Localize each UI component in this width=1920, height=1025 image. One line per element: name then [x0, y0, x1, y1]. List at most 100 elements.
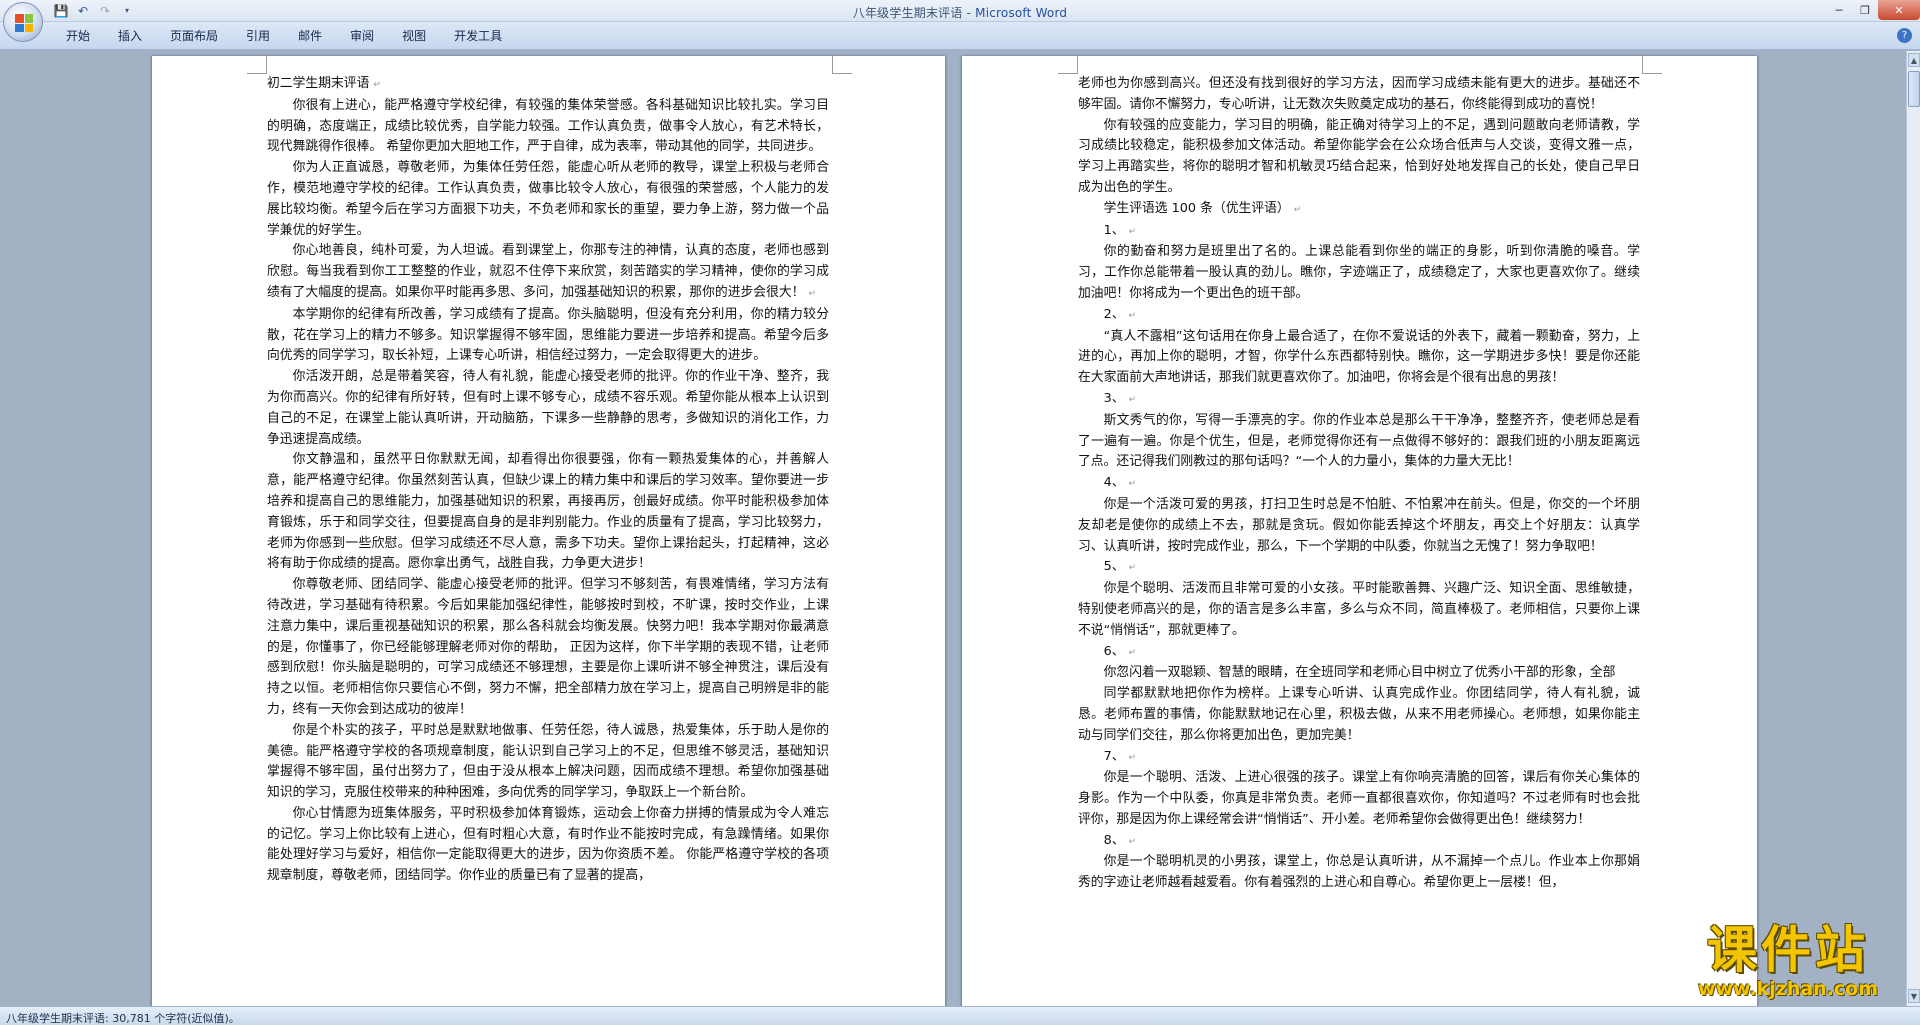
minimize-icon[interactable]: ─ [1826, 0, 1852, 20]
vertical-scrollbar[interactable]: ▲ ▼ [1906, 51, 1920, 1006]
paragraph[interactable]: 6、 ↵ [1078, 642, 1640, 664]
paragraph-text: 你为人正直诚恳，尊敬老师，为集体任劳任怨，能虚心听从老师的教导，课堂上积极与老师… [267, 160, 829, 238]
close-icon[interactable]: ✕ [1878, 0, 1920, 20]
paragraph-mark-icon: ↵ [1128, 752, 1137, 763]
tab-page-layout[interactable]: 页面布局 [156, 28, 232, 44]
paragraph-text: 8、 [1103, 832, 1125, 848]
paragraph-mark-icon: ↵ [373, 80, 381, 90]
paragraph-text: 你是一个聪明机灵的小男孩，课堂上，你总是认真听讲，从不漏掉一个点儿。作业本上你那… [1078, 854, 1640, 891]
window-title: 八年级学生期末评语 - Microsoft Word [0, 4, 1920, 21]
paragraph-mark-icon: ↵ [1128, 836, 1137, 847]
page-text[interactable]: 老师也为你感到高兴。但还没有找到很好的学习方法，因而学习成绩未能有更大的进步。基… [1078, 74, 1640, 894]
scroll-down-icon[interactable]: ▼ [1908, 989, 1920, 1003]
paragraph[interactable]: 你心地善良，纯朴可爱，为人坦诚。看到课堂上，你那专注的神情，认真的态度，老师也感… [267, 241, 829, 304]
paragraph-mark-icon: ↵ [1128, 479, 1137, 490]
paragraph[interactable]: 你是个聪明、活泼而且非常可爱的小女孩。平时能歌善舞、兴趣广泛、知识全面、思维敏捷… [1078, 579, 1640, 641]
paragraph[interactable]: 你是一个聪明、活泼、上进心很强的孩子。课堂上有你响亮清脆的回答，课后有你关心集体… [1078, 768, 1640, 830]
document-page-left[interactable]: 初二学生期末评语 ↵ 你很有上进心，能严格遵守学校纪律，有较强的集体荣誉感。各科基础… [152, 54, 945, 1006]
paragraph-mark-icon: ↵ [1128, 563, 1137, 574]
paragraph-text: 你的勤奋和努力是班里出了名的。上课总能看到你坐的端正的身影，听到你清脆的嗓音。学… [1078, 244, 1640, 301]
office-logo-icon [15, 14, 33, 32]
watermark-logo: 课件站 www.kjzhan.com [1672, 922, 1904, 1004]
paragraph[interactable]: 8、 ↵ [1078, 831, 1640, 853]
help-icon[interactable]: ? [1897, 28, 1912, 43]
paragraph[interactable]: 你是一个聪明机灵的小男孩，课堂上，你总是认真听讲，从不漏掉一个点儿。作业本上你那… [1078, 852, 1640, 894]
paragraph-text: 你有较强的应变能力，学习目的明确，能正确对待学习上的不足，遇到问题敢向老师请教，… [1078, 117, 1640, 195]
paragraph-text: 本学期你的纪律有所改善，学习成绩有了提高。你头脑聪明，但没有充分利用，你的精力较… [267, 306, 829, 364]
paragraph-mark-icon: ↵ [1128, 310, 1137, 321]
scroll-thumb[interactable] [1908, 71, 1920, 107]
document-page-right[interactable]: 老师也为你感到高兴。但还没有找到很好的学习方法，因而学习成绩未能有更大的进步。基… [962, 54, 1757, 1006]
scroll-up-icon[interactable]: ▲ [1908, 53, 1920, 67]
paragraph-mark-icon: ↵ [1128, 394, 1137, 405]
paragraph[interactable]: 同学都默默地把你作为榜样。上课专心听讲、认真完成作业。你团结同学，待人有礼貌，诚… [1078, 684, 1640, 746]
tab-references[interactable]: 引用 [232, 28, 284, 44]
paragraph[interactable]: 你尊敬老师、团结同学、能虚心接受老师的批评。但学习不够刻苦，有畏难情绪，学习方法… [267, 575, 829, 721]
paragraph-text: 3、 [1103, 390, 1125, 406]
tab-insert[interactable]: 插入 [104, 28, 156, 44]
crop-mark [1642, 54, 1662, 74]
paragraph[interactable]: 你文静温和，虽然平日你默默无闻，却看得出你很要强，你有一颗热爱集体的心，并善解人… [267, 450, 829, 575]
page-text[interactable]: 初二学生期末评语 ↵ 你很有上进心，能严格遵守学校纪律，有较强的集体荣誉感。各科基础… [267, 74, 829, 887]
paragraph-text: 你心地善良，纯朴可爱，为人坦诚。看到课堂上，你那专注的神情，认真的态度，老师也感… [267, 243, 829, 300]
paragraph[interactable]: 2、 ↵ [1078, 305, 1640, 327]
paragraph[interactable]: 你的勤奋和努力是班里出了名的。上课总能看到你坐的端正的身影，听到你清脆的嗓音。学… [1078, 242, 1640, 304]
title-bar: 💾 ↶ ↷ ▾ 八年级学生期末评语 - Microsoft Word ─ ❐ ✕ [0, 0, 1920, 22]
paragraph[interactable]: 你为人正直诚恳，尊敬老师，为集体任劳任怨，能虚心听从老师的教导，课堂上积极与老师… [267, 158, 829, 241]
paragraph-text: “真人不露相”这句话用在你身上最合适了，在你不爱说话的外表下，藏着一颗勤奋，努力… [1078, 328, 1640, 386]
paragraph[interactable]: 4、 ↵ [1078, 473, 1640, 495]
document-workspace: 初二学生期末评语 ↵ 你很有上进心，能严格遵守学校纪律，有较强的集体荣誉感。各科基础… [0, 51, 1906, 1006]
paragraph[interactable]: 你是个朴实的孩子，平时总是默默地做事、任劳任怨，待人诚恳，热爱集体，乐于助人是你… [267, 721, 829, 804]
tab-home[interactable]: 开始 [52, 28, 104, 44]
paragraph[interactable]: 本学期你的纪律有所改善，学习成绩有了提高。你头脑聪明，但没有充分利用，你的精力较… [267, 305, 829, 367]
paragraph-text: 你忽闪着一双聪颖、智慧的眼睛，在全班同学和老师心目中树立了优秀小干部的形象，全部 [1103, 665, 1616, 681]
paragraph[interactable]: 你活泼开朗，总是带着笑容，待人有礼貌，能虚心接受老师的批评。你的作业干净、整齐，… [267, 367, 829, 450]
crop-mark [832, 54, 852, 74]
paragraph-text: 你心甘情愿为班集体服务，平时积极参加体育锻炼，运动会上你奋力拼搏的情景成为令人难… [267, 805, 829, 884]
tab-view[interactable]: 视图 [388, 28, 440, 44]
crop-mark [247, 54, 267, 74]
paragraph[interactable]: 7、 ↵ [1078, 747, 1640, 769]
paragraph-text: 7、 [1103, 748, 1125, 764]
paragraph-text: 斯文秀气的你，写得一手漂亮的字。你的作业本总是那么干干净净，整整齐齐，使老师总是… [1078, 412, 1640, 470]
paragraph-text: 5、 [1103, 559, 1125, 575]
tab-review[interactable]: 审阅 [336, 28, 388, 44]
paragraph[interactable]: 1、 ↵ [1078, 221, 1640, 243]
paragraph[interactable]: 初二学生期末评语 ↵ [267, 74, 829, 96]
ribbon-tab-bar: 开始 插入 页面布局 引用 邮件 审阅 视图 开发工具 ? [0, 22, 1920, 50]
paragraph-text: 1、 [1103, 222, 1125, 238]
paragraph[interactable]: 你有较强的应变能力，学习目的明确，能正确对待学习上的不足，遇到问题敢向老师请教，… [1078, 116, 1640, 199]
paragraph[interactable]: 5、 ↵ [1078, 557, 1640, 579]
ribbon-tabs: 开始 插入 页面布局 引用 邮件 审阅 视图 开发工具 [52, 28, 516, 44]
paragraph-text: 初二学生期末评语 [267, 76, 370, 91]
tab-developer[interactable]: 开发工具 [440, 28, 516, 44]
paragraph[interactable]: 斯文秀气的你，写得一手漂亮的字。你的作业本总是那么干干净净，整整齐齐，使老师总是… [1078, 411, 1640, 473]
crop-mark [1058, 54, 1078, 74]
window-controls: ─ ❐ ✕ [1826, 0, 1920, 20]
watermark-title: 课件站 [1707, 921, 1869, 979]
paragraph[interactable]: “真人不露相”这句话用在你身上最合适了，在你不爱说话的外表下，藏着一颗勤奋，努力… [1078, 327, 1640, 389]
maximize-icon[interactable]: ❐ [1852, 0, 1878, 20]
paragraph-mark-icon: ↵ [808, 288, 817, 299]
status-word-count[interactable]: 八年级学生期末评语: 30,781 个字符(近似值)。 [6, 1010, 240, 1025]
paragraph[interactable]: 你是一个活泼可爱的男孩，打扫卫生时总是不怕脏、不怕累冲在前头。但是，你交的一个坏… [1078, 495, 1640, 557]
paragraph[interactable]: 老师也为你感到高兴。但还没有找到很好的学习方法，因而学习成绩未能有更大的进步。基… [1078, 74, 1640, 116]
paragraph[interactable]: 你很有上进心，能严格遵守学校纪律，有较强的集体荣誉感。各科基础知识比较扎实。学习… [267, 96, 829, 158]
paragraph[interactable]: 3、 ↵ [1078, 389, 1640, 411]
paragraph-text: 你是个聪明、活泼而且非常可爱的小女孩。平时能歌善舞、兴趣广泛、知识全面、思维敏捷… [1078, 581, 1640, 638]
paragraph-text: 2、 [1103, 306, 1125, 322]
paragraph[interactable]: 你忽闪着一双聪颖、智慧的眼睛，在全班同学和老师心目中树立了优秀小干部的形象，全部 [1078, 663, 1640, 684]
tab-mailings[interactable]: 邮件 [284, 28, 336, 44]
paragraph-mark-icon: ↵ [1293, 204, 1302, 215]
paragraph[interactable]: 学生评语选 100 条（优生评语） ↵ [1078, 199, 1640, 221]
paragraph-text: 你是个朴实的孩子，平时总是默默地做事、任劳任怨，待人诚恳，热爱集体，乐于助人是你… [267, 722, 829, 801]
paragraph-text: 你尊敬老师、团结同学、能虚心接受老师的批评。但学习不够刻苦，有畏难情绪，学习方法… [267, 577, 829, 717]
paragraph-text: 同学都默默地把你作为榜样。上课专心听讲、认真完成作业。你团结同学，待人有礼貌，诚… [1078, 686, 1640, 743]
document-name: 八年级学生期末评语 [852, 6, 963, 20]
office-button[interactable] [3, 2, 43, 42]
paragraph[interactable]: 你心甘情愿为班集体服务，平时积极参加体育锻炼，运动会上你奋力拼搏的情景成为令人难… [267, 804, 829, 887]
paragraph-text: 你文静温和，虽然平日你默默无闻，却看得出你很要强，你有一颗热爱集体的心，并善解人… [267, 452, 829, 572]
paragraph-text: 4、 [1103, 475, 1125, 491]
paragraph-mark-icon: ↵ [1128, 647, 1137, 658]
paragraph-text: 老师也为你感到高兴。但还没有找到很好的学习方法，因而学习成绩未能有更大的进步。基… [1078, 76, 1640, 112]
